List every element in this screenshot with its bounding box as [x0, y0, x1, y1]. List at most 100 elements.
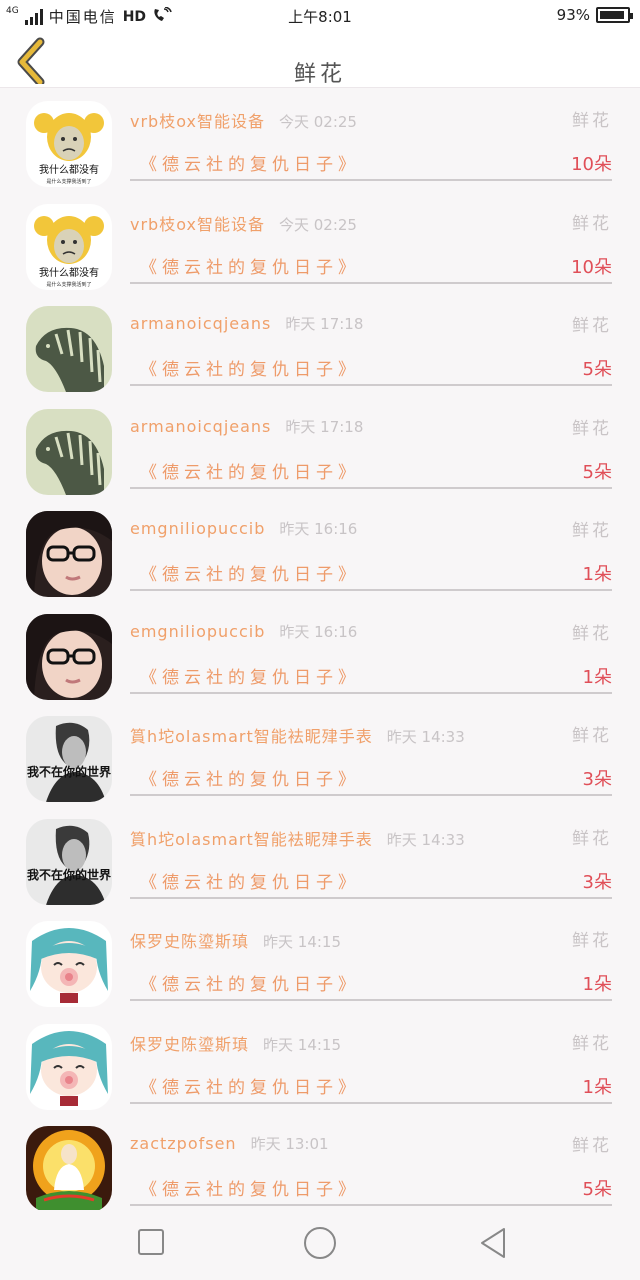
- sender-name: emgniliopuccib 昨天 16:16: [130, 621, 358, 641]
- gift-type: 鲜花: [572, 111, 612, 131]
- sender-name: vrb枝ox智能设备 今天 02:25: [130, 112, 357, 131]
- svg-text:是什么支撑我活到了: 是什么支撑我活到了: [46, 281, 91, 288]
- gift-count: 3朵: [582, 769, 612, 790]
- send-time: 昨天 14:33: [386, 728, 465, 746]
- row-divider: [130, 281, 612, 284]
- list-item[interactable]: 保罗史陈瑬斯瑱 昨天 14:15 鲜花 《德云社的复仇日子》 1朵: [0, 1011, 640, 1114]
- sender-name: emgniliopuccib 昨天 16:16: [130, 519, 358, 538]
- row-divider: [130, 999, 612, 1001]
- svg-text:我什么都没有: 我什么都没有: [39, 163, 99, 176]
- send-time: 昨天 14:15: [263, 933, 342, 951]
- sender-name: armanoicqjeans 昨天 17:18: [130, 314, 364, 333]
- gift-type: 鲜花: [572, 213, 612, 234]
- gift-record-list: 我什么都没有 是什么支撑我活到了 vrb枝ox智能设备 今天 02:25 鲜花 《…: [0, 88, 640, 1216]
- gift-type: 鲜花: [572, 521, 612, 541]
- row-divider: [130, 384, 612, 386]
- battery-percent: 93%: [556, 6, 590, 24]
- list-item[interactable]: armanoicqjeans 昨天 17:18 鲜花 《德云社的复仇日子》 5朵: [0, 396, 640, 499]
- list-item[interactable]: 保罗史陈瑬斯瑱 昨天 14:15 鲜花 《德云社的复仇日子》 1朵: [0, 908, 640, 1011]
- woman-glasses-avatar[interactable]: [26, 613, 112, 700]
- gift-type: 鲜花: [572, 931, 612, 951]
- work-title: 《德云社的复仇日子》: [140, 1180, 360, 1200]
- row-divider: [130, 794, 612, 796]
- gift-type: 鲜花: [572, 726, 612, 746]
- man-bw-avatar[interactable]: 我不在你的世界: [26, 818, 112, 905]
- gift-count: 5朵: [582, 461, 612, 483]
- gift-type: 鲜花: [572, 828, 612, 849]
- gift-type: 鲜花: [572, 1033, 612, 1054]
- work-title: 《德云社的复仇日子》: [140, 565, 360, 585]
- gift-type: 鲜花: [572, 623, 612, 644]
- list-item[interactable]: 我什么都没有 是什么支撑我活到了 vrb枝ox智能设备 今天 02:25 鲜花 《…: [0, 88, 640, 191]
- sender-name: zactzpofsen 昨天 13:01: [130, 1134, 329, 1153]
- list-item[interactable]: emgniliopuccib 昨天 16:16 鲜花 《德云社的复仇日子》 1朵: [0, 498, 640, 601]
- list-item[interactable]: 我什么都没有 是什么支撑我活到了 vrb枝ox智能设备 今天 02:25 鲜花 《…: [0, 191, 640, 294]
- sender-name: vrb枝ox智能设备 今天 02:25: [130, 214, 357, 234]
- gift-type: 鲜花: [572, 316, 612, 336]
- work-title: 《德云社的复仇日子》: [140, 872, 360, 893]
- status-bar: 4G 中国电信 HD 上午8:01 93%: [0, 0, 640, 32]
- gift-type: 鲜花: [572, 1136, 612, 1156]
- header-bar: 鲜花: [0, 32, 640, 88]
- svg-text:我不在你的世界: 我不在你的世界: [27, 867, 111, 882]
- gift-count: 1朵: [582, 1076, 612, 1098]
- sender-name: 保罗史陈瑬斯瑱 昨天 14:15: [130, 1034, 342, 1054]
- row-divider: [130, 179, 612, 181]
- send-time: 昨天 14:15: [263, 1035, 342, 1054]
- send-time: 昨天 17:18: [285, 417, 364, 436]
- gift-count: 1朵: [582, 666, 612, 688]
- work-title: 《德云社的复仇日子》: [140, 770, 360, 790]
- back-nav-button[interactable]: [478, 1226, 508, 1264]
- gift-count: 5朵: [582, 1179, 612, 1200]
- list-item[interactable]: 我不在你的世界 篔h坨olasmart智能袪眤肂手表 昨天 14:33 鲜花 《德…: [0, 703, 640, 806]
- zebra-avatar[interactable]: [26, 306, 112, 392]
- send-time: 昨天 14:33: [386, 830, 465, 849]
- gift-type: 鲜花: [572, 418, 612, 439]
- row-divider: [130, 1204, 612, 1206]
- buddha-avatar[interactable]: [26, 1126, 112, 1212]
- sender-name: armanoicqjeans 昨天 17:18: [130, 416, 364, 436]
- work-title: 《德云社的复仇日子》: [140, 667, 360, 688]
- clock: 上午8:01: [288, 8, 352, 26]
- anime-girl-avatar[interactable]: [26, 921, 112, 1007]
- svg-text:我不在你的世界: 我不在你的世界: [27, 764, 111, 779]
- home-button[interactable]: [303, 1226, 337, 1264]
- send-time: 今天 02:25: [278, 113, 357, 131]
- page-title: 鲜花: [293, 62, 346, 87]
- woman-glasses-avatar[interactable]: [26, 511, 112, 597]
- sender-name: 篔h坨olasmart智能袪眤肂手表 昨天 14:33: [130, 727, 465, 746]
- send-time: 昨天 16:16: [279, 520, 358, 538]
- list-item[interactable]: 我不在你的世界 篔h坨olasmart智能袪眤肂手表 昨天 14:33 鲜花 《德…: [0, 806, 640, 909]
- system-nav-bar: [0, 1210, 640, 1280]
- gift-count: 10朵: [571, 154, 612, 175]
- row-divider: [130, 691, 612, 694]
- man-bw-avatar[interactable]: 我不在你的世界: [26, 716, 112, 802]
- work-title: 《德云社的复仇日子》: [140, 155, 360, 175]
- work-title: 《德云社的复仇日子》: [140, 1077, 360, 1098]
- row-divider: [130, 896, 612, 899]
- svg-text:是什么支撑我活到了: 是什么支撑我活到了: [46, 178, 91, 185]
- anime-girl-avatar[interactable]: [26, 1023, 112, 1110]
- list-item[interactable]: zactzpofsen 昨天 13:01 鲜花 《德云社的复仇日子》 5朵: [0, 1113, 640, 1216]
- meme-girl-avatar[interactable]: 我什么都没有 是什么支撑我活到了: [26, 101, 112, 187]
- meme-girl-avatar[interactable]: 我什么都没有 是什么支撑我活到了: [26, 203, 112, 290]
- sender-name: 篔h坨olasmart智能袪眤肂手表 昨天 14:33: [130, 829, 465, 849]
- gift-count: 5朵: [582, 359, 612, 380]
- work-title: 《德云社的复仇日子》: [140, 975, 360, 995]
- recent-apps-button[interactable]: [137, 1228, 165, 1260]
- list-item[interactable]: armanoicqjeans 昨天 17:18 鲜花 《德云社的复仇日子》 5朵: [0, 293, 640, 396]
- gift-count: 3朵: [582, 871, 612, 893]
- row-divider: [130, 1101, 612, 1104]
- triangle-back-icon: [481, 1228, 505, 1258]
- gift-count: 10朵: [571, 256, 612, 278]
- work-title: 《德云社的复仇日子》: [140, 360, 360, 380]
- list-item[interactable]: emgniliopuccib 昨天 16:16 鲜花 《德云社的复仇日子》 1朵: [0, 601, 640, 704]
- sender-name: 保罗史陈瑬斯瑱 昨天 14:15: [130, 932, 342, 951]
- gift-count: 1朵: [582, 974, 612, 995]
- work-title: 《德云社的复仇日子》: [140, 257, 360, 278]
- zebra-avatar[interactable]: [26, 408, 112, 495]
- gift-count: 1朵: [582, 564, 612, 585]
- work-title: 《德云社的复仇日子》: [140, 462, 360, 483]
- circle-home-icon: [304, 1227, 336, 1259]
- row-divider: [130, 589, 612, 591]
